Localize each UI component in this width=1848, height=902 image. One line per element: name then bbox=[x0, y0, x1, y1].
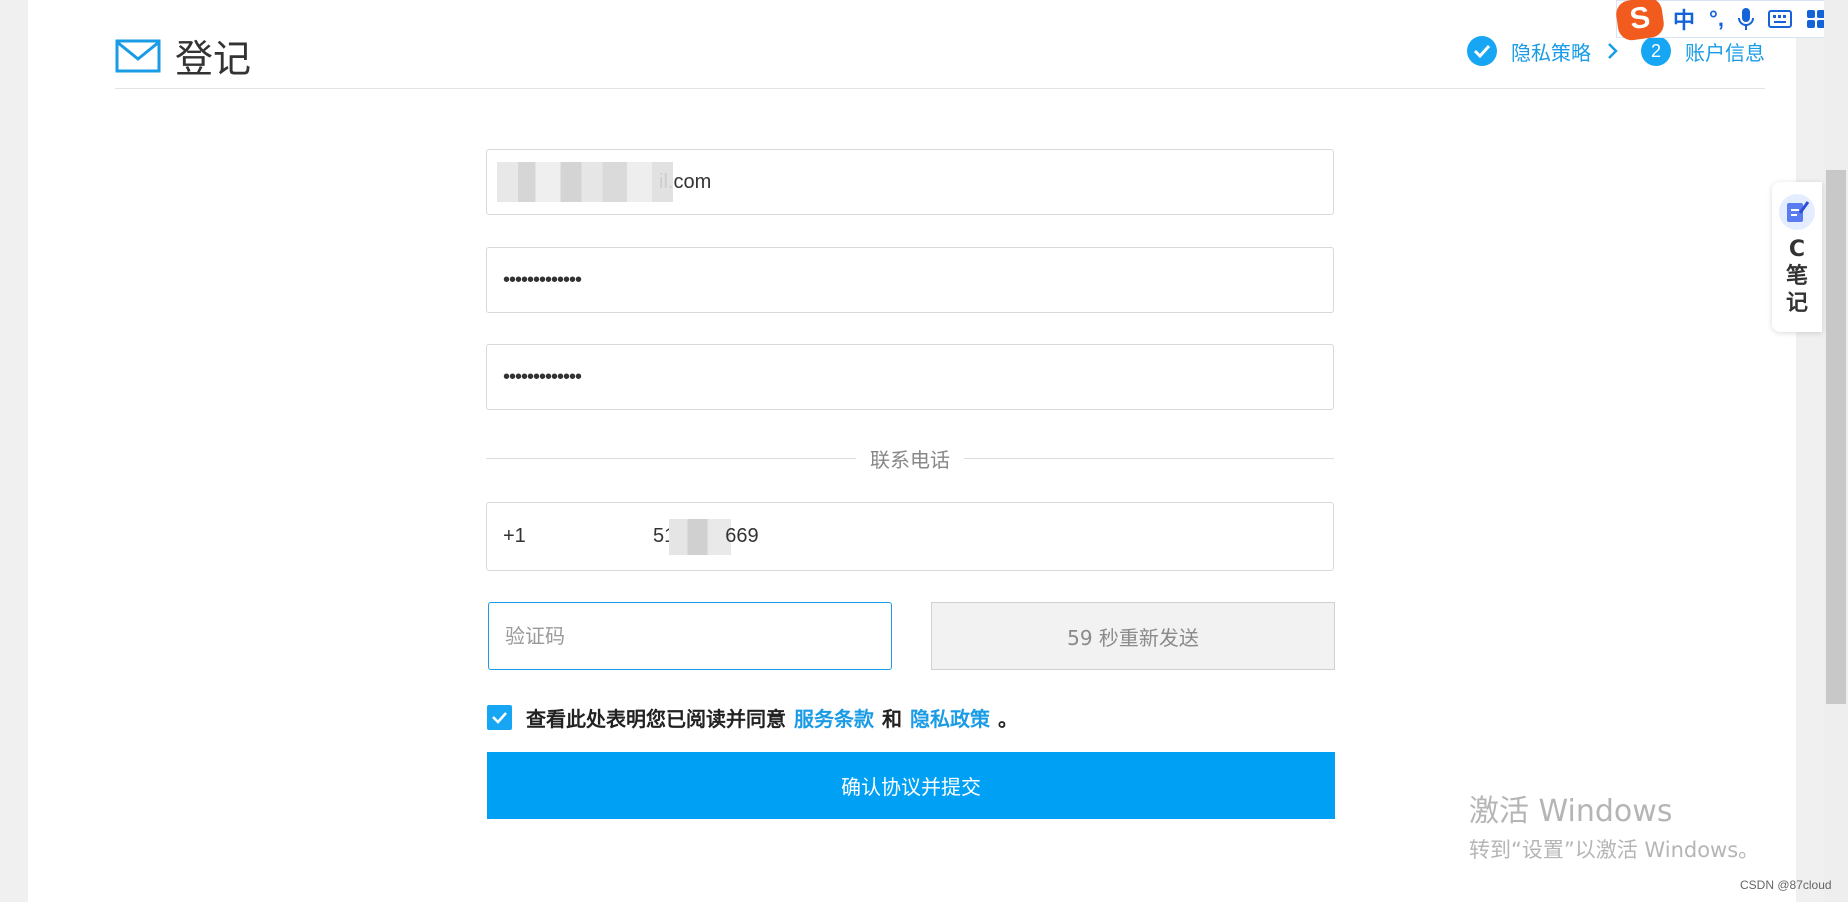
agreement-row: 查看此处表明您已阅读并同意 服务条款 和 隐私政策 。 bbox=[487, 703, 1018, 732]
watermark-title: 激活 Windows bbox=[1469, 794, 1673, 829]
scrollbar-thumb[interactable] bbox=[1826, 170, 1846, 704]
c-notes-label: C笔记 bbox=[1785, 237, 1808, 316]
page-title: 登记 bbox=[175, 37, 252, 81]
email-field[interactable]: il.com bbox=[486, 149, 1334, 215]
microphone-icon[interactable] bbox=[1737, 7, 1754, 31]
country-code[interactable]: +1 bbox=[503, 525, 653, 548]
phone-section-divider: 联系电话 bbox=[486, 445, 1334, 472]
ime-logo-icon[interactable]: S bbox=[1614, 0, 1666, 43]
agree-checkbox[interactable] bbox=[487, 705, 512, 730]
confirm-password-field[interactable]: ••••••••••••• bbox=[486, 344, 1334, 410]
step-number-badge: 2 bbox=[1641, 36, 1671, 66]
check-icon bbox=[1467, 36, 1497, 66]
mail-icon bbox=[115, 39, 161, 73]
submit-button[interactable]: 确认协议并提交 bbox=[487, 752, 1335, 819]
confirm-password-value: ••••••••••••• bbox=[503, 365, 582, 388]
chevron-right-icon bbox=[1607, 42, 1619, 60]
header: 登记 隐私策略 2 账户信息 bbox=[115, 0, 1765, 89]
csdn-credit: CSDN @87cloud bbox=[1740, 878, 1832, 892]
windows-activation-watermark: 激活 Windows 转到“设置”以激活 Windows。 bbox=[1469, 786, 1759, 864]
terms-link[interactable]: 服务条款 bbox=[794, 703, 874, 732]
grid-menu-icon[interactable] bbox=[1806, 9, 1826, 29]
redacted-email-mask bbox=[497, 162, 673, 202]
privacy-link[interactable]: 隐私政策 bbox=[910, 703, 990, 732]
phone-suffix: 669 bbox=[725, 525, 759, 547]
step-indicator: 隐私策略 2 账户信息 bbox=[1467, 36, 1765, 66]
watermark-subtitle: 转到“设置”以激活 Windows。 bbox=[1469, 838, 1760, 862]
agreement-period: 。 bbox=[998, 707, 1018, 731]
step-account-info[interactable]: 账户信息 bbox=[1685, 37, 1765, 66]
ime-toolbar: S 中 °, bbox=[1614, 0, 1848, 43]
agreement-text: 查看此处表明您已阅读并同意 bbox=[526, 707, 786, 731]
phone-section-label: 联系电话 bbox=[870, 447, 950, 472]
brand: 登记 bbox=[115, 28, 251, 83]
note-pen-icon bbox=[1779, 194, 1815, 230]
verification-code-input[interactable] bbox=[488, 602, 892, 670]
ime-punctuation-toggle[interactable]: °, bbox=[1709, 6, 1724, 32]
password-value: ••••••••••••• bbox=[503, 268, 582, 291]
and-text: 和 bbox=[882, 707, 902, 731]
step-privacy-policy[interactable]: 隐私策略 bbox=[1511, 37, 1591, 66]
divider-line bbox=[964, 457, 1334, 459]
redacted-phone-mask bbox=[669, 518, 732, 555]
phone-field[interactable]: +1 51 669 bbox=[486, 502, 1334, 571]
password-field[interactable]: ••••••••••••• bbox=[486, 247, 1334, 313]
divider-line bbox=[486, 457, 856, 459]
resend-code-button[interactable]: 59 秒重新发送 bbox=[931, 602, 1335, 670]
ime-language-toggle[interactable]: 中 bbox=[1673, 3, 1695, 35]
c-notes-widget[interactable]: C笔记 bbox=[1772, 182, 1822, 332]
keyboard-icon[interactable] bbox=[1767, 10, 1792, 28]
